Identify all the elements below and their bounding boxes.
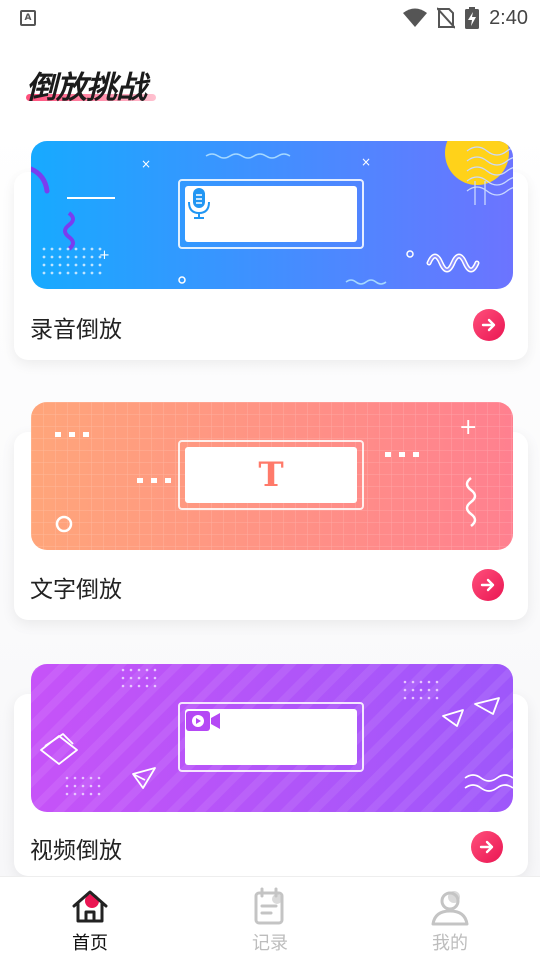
- svg-text:×: ×: [141, 157, 151, 171]
- battery-charging-icon: [465, 7, 480, 29]
- banner-audio[interactable]: × × +: [31, 141, 513, 289]
- wifi-icon: [403, 8, 428, 27]
- arrow-right-button[interactable]: [473, 309, 505, 341]
- banner-text[interactable]: + T: [31, 402, 513, 550]
- status-bar: A 2:40: [0, 0, 540, 36]
- arrow-right-icon: [479, 840, 494, 854]
- video-camera-icon: [186, 711, 220, 731]
- svg-text:+: +: [99, 248, 110, 263]
- page-title: 倒放挑战: [26, 70, 147, 106]
- arrow-right-icon: [480, 578, 495, 592]
- microphone-icon: [188, 188, 210, 219]
- page-header: 倒放挑战: [0, 36, 540, 120]
- bottom-navigation: 首页 记录 我的: [0, 876, 540, 960]
- svg-text:+: +: [459, 415, 477, 440]
- text-t-icon: T: [258, 455, 284, 495]
- nav-label: 记录: [252, 933, 288, 954]
- nav-label: 首页: [72, 933, 108, 954]
- status-time: 2:40: [489, 6, 528, 29]
- svg-text:×: ×: [361, 155, 371, 169]
- banner-video[interactable]: [31, 664, 513, 812]
- card-label: 视频倒放: [30, 838, 122, 864]
- card-label: 录音倒放: [30, 317, 122, 343]
- arrow-right-icon: [481, 318, 496, 332]
- nav-tab-profile[interactable]: 我的: [360, 877, 540, 960]
- app-screen: A 2:40 倒放挑战 录音倒放 × × + 文字倒放 + T 视频倒放 首页 …: [0, 0, 540, 960]
- home-icon: [72, 890, 108, 923]
- nav-tab-home[interactable]: 首页: [0, 877, 180, 960]
- arrow-right-button[interactable]: [471, 831, 503, 863]
- no-sim-icon: [437, 7, 456, 29]
- recorder-frame: [178, 179, 364, 249]
- user-icon: [431, 891, 469, 926]
- notification-icon: A: [20, 10, 36, 26]
- nav-tab-records[interactable]: 记录: [180, 877, 360, 960]
- arrow-right-button[interactable]: [472, 569, 504, 601]
- nav-label: 我的: [432, 933, 468, 954]
- video-frame: [178, 702, 364, 772]
- notebook-icon: [254, 887, 284, 925]
- card-label: 文字倒放: [30, 577, 122, 603]
- text-frame: T: [178, 440, 364, 510]
